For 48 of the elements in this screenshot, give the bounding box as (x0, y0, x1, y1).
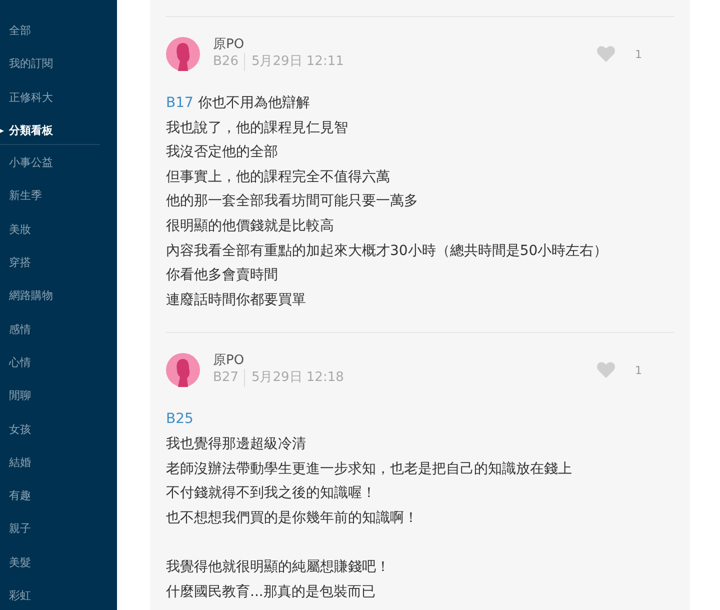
comment-line: 內容我看全部有重點的加起來大概才30小時（總共時間是50小時左右） (166, 242, 608, 259)
post-time: 5月29日 12:18 (251, 369, 344, 388)
floor-number: B27 (213, 369, 246, 388)
sidebar-item[interactable]: 網路購物 (0, 284, 117, 318)
floor-number: B26 (213, 53, 246, 71)
author-name: 原PO (213, 353, 246, 370)
sidebar-item[interactable]: 親子 (0, 517, 117, 551)
heart-icon[interactable] (597, 46, 615, 62)
sidebar-item[interactable]: 有趣 (0, 484, 117, 518)
sidebar-item[interactable]: 感情 (0, 318, 117, 351)
comment-line: 也不想想我們買的是你幾年前的知識啊！ (166, 510, 418, 526)
sidebar-item[interactable]: 結婚 (0, 450, 117, 484)
sidebar-item[interactable]: 全部 (0, 19, 117, 52)
comment-line: 老師沒辦法帶動學生更進一步求知，也老是把自己的知識放在錢上 (166, 460, 572, 477)
comment-line: 什麼國民教育...那真的是包裝而已 (166, 584, 376, 600)
sidebar-item[interactable]: 美妝 (0, 218, 117, 252)
author-name: 原PO (213, 37, 246, 53)
like-count: 1 (635, 48, 642, 60)
comment-line: 你也不用為他辯解 (198, 95, 310, 111)
like-count: 1 (635, 364, 642, 377)
sidebar-item[interactable]: 彩虹 (0, 584, 117, 610)
comment-line: 我覺得他就很明顯的純屬想賺錢吧！ (166, 559, 390, 576)
sidebar-item[interactable]: 閒聊 (0, 384, 117, 418)
floor-link[interactable]: B25 (166, 411, 194, 428)
avatar-icon (166, 37, 200, 71)
sidebar-item[interactable]: 新生季 (0, 184, 117, 218)
sidebar-item[interactable]: 穿搭 (0, 251, 117, 284)
sidebar-item[interactable]: 正修科大 (0, 86, 117, 119)
comment-line: 連廢話時間你都要買單 (166, 292, 306, 308)
comment-line: 不付錢就得不到我之後的知識喔！ (166, 485, 376, 502)
comment-line: 我也說了，他的課程見仁見智 (166, 120, 348, 136)
chevron-icon (0, 128, 5, 134)
floor-link[interactable]: B17 (166, 95, 194, 111)
avatar-icon (166, 353, 200, 388)
comment-line: 我也覺得那邊超級冷清 (166, 436, 306, 452)
sidebar-item[interactable]: 心情 (0, 350, 117, 384)
sidebar-item[interactable]: 美髮 (0, 550, 117, 584)
sidebar-item[interactable]: 女孩 (0, 418, 117, 451)
comment-line: 我沒否定他的全部 (166, 144, 278, 160)
comment-line: 他的那一套全部我看坊間可能只要一萬多 (166, 193, 418, 210)
comment-line: 很明顯的他價錢就是比較高 (166, 218, 334, 234)
sidebar-item[interactable]: 我的訂閱 (0, 52, 117, 86)
comment-line: 但事實上，他的課程完全不值得六萬 (166, 168, 390, 185)
comment-line: 你看他多會賣時間 (166, 267, 278, 284)
sidebar-item[interactable]: 分類看板 (0, 118, 117, 152)
sidebar-item[interactable]: 小事公益 (0, 151, 117, 184)
post-time: 5月29日 12:11 (251, 53, 344, 71)
heart-icon[interactable] (597, 362, 615, 378)
